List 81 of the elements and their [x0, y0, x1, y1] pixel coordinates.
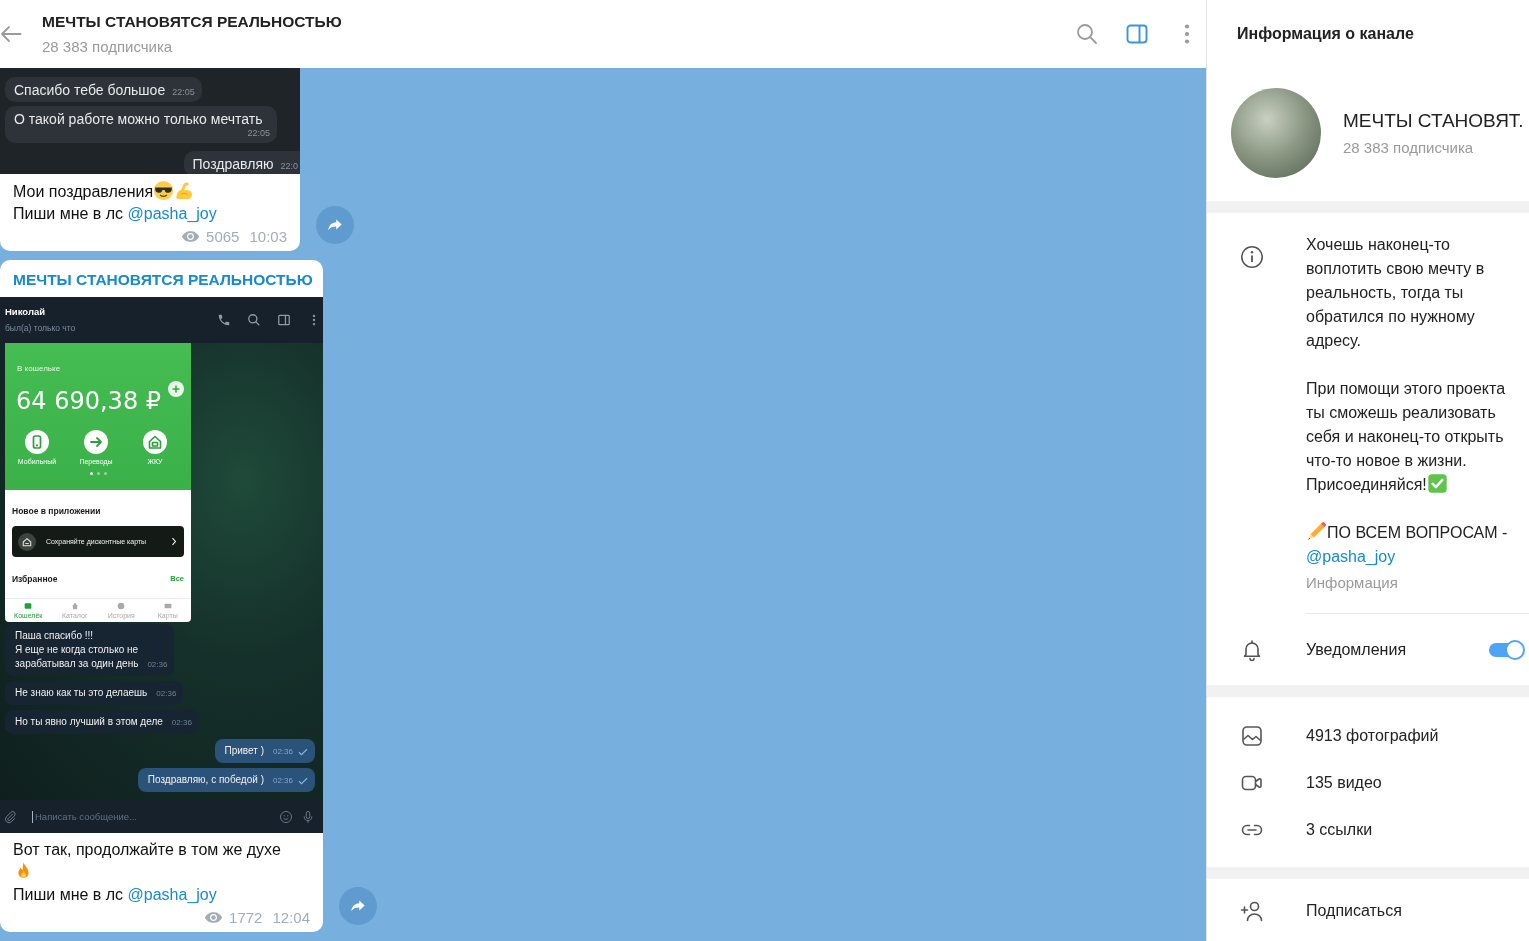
card-icon [163, 601, 172, 610]
mention-link[interactable]: @pasha_joy [127, 886, 217, 903]
mention-link[interactable]: @pasha_joy [127, 205, 217, 222]
search-icon[interactable] [1075, 22, 1099, 46]
image-icon [1240, 723, 1264, 748]
balance-amount: 64 690,38 ₽ [16, 386, 162, 416]
screenshot-time: 22:0 [279, 160, 298, 172]
message-input-field[interactable]: Написать сообщение... [32, 810, 265, 823]
message-text: Пиши мне в лс @pasha_joy [13, 204, 218, 224]
contact-name: Николай [5, 306, 47, 318]
clock-icon [117, 601, 126, 610]
chevron-right-icon [171, 537, 177, 546]
screenshot-time: 02:36 [171, 717, 192, 729]
channel-title: МЕЧТЫ СТАНОВЯТСЯ РЕАЛЬНОСТЬЮ [42, 11, 342, 32]
subscribe-button[interactable]: Подписаться [1306, 900, 1402, 921]
view-count: 1772 [229, 908, 263, 926]
screenshot-time: 22:05 [171, 86, 195, 98]
screenshot-message-text: Поздравляю, с победой ) [147, 773, 264, 787]
media-category[interactable]: 3 ссылки [1306, 819, 1373, 840]
subscriber-count: 28 383 подписчика [1343, 137, 1475, 158]
balance-label: В кошельке [17, 363, 61, 375]
screenshot-message-text: Привет ) [224, 744, 264, 758]
mention-link[interactable]: @pasha_joy [1306, 548, 1396, 565]
more-icon [312, 313, 316, 327]
wallet-icon [24, 601, 33, 610]
message-time: 10:03 [249, 227, 287, 245]
sidebar-toggle-icon[interactable] [1125, 22, 1149, 46]
screenshot-time: 02:36 [147, 659, 168, 671]
microphone-icon [301, 809, 315, 824]
check-icon [298, 748, 308, 756]
description-text: ПО ВСЕМ ВОПРОСАМ - @pasha_joy [1306, 521, 1512, 569]
view-count: 5065 [206, 227, 240, 245]
media-category[interactable]: 4913 фотографий [1306, 725, 1439, 746]
smiley-icon [279, 809, 293, 824]
phone-icon [217, 313, 231, 327]
screenshot-message-text: О такой работе можно только мечтать [14, 111, 263, 127]
bag-icon [70, 601, 79, 610]
message-time: 12:04 [272, 908, 310, 926]
more-icon[interactable] [1183, 22, 1191, 46]
panel-title: Информация о канале [1237, 24, 1414, 44]
screenshot-time: 02:36 [272, 746, 293, 758]
channel-name: МЕЧТЫ СТАНОВЯТ. [1343, 108, 1524, 133]
forward-button[interactable] [316, 206, 354, 244]
sunglasses-face-icon [153, 180, 175, 201]
check-mark-icon [1426, 473, 1448, 494]
check-icon [298, 777, 308, 785]
screenshot-message-text: Но ты явно лучший в этом деле [15, 715, 163, 729]
message-composer[interactable]: Написать сообщение... [0, 800, 323, 833]
message-text: Мои поздравления [13, 180, 287, 203]
description-caption: Информация [1306, 573, 1399, 593]
description-text: Хочешь наконец-то воплотить свою мечту в реальность, тогда ты обратился по нужному адресу. [1306, 235, 1486, 351]
message-text: Вот так, продолжайте в том же духе [13, 840, 282, 860]
sidebar-icon [277, 313, 291, 327]
screenshot-message-text: Не знаю как ты это делаешь [15, 686, 148, 700]
section-title: Избранное [12, 573, 58, 585]
eye-icon [181, 229, 201, 243]
plus-icon [168, 381, 184, 397]
house-icon [18, 532, 36, 551]
search-icon [247, 313, 261, 327]
eye-icon [204, 910, 224, 924]
house-icon [143, 430, 167, 454]
description-text: При помощи этого проекта ты сможешь реализовать себя и наконец-то открыть что-то новое в жизни. Присоединяйся! [1306, 379, 1507, 496]
screenshot-message-text: Паша спасибо !!! Я еще не когда столько не зарабатывал за один день [15, 629, 139, 671]
screenshot-time: 02:36 [156, 688, 177, 700]
notifications-toggle[interactable] [1489, 643, 1523, 657]
contact-status: был(а) только что [5, 322, 76, 334]
mobile-phone-icon [25, 430, 49, 454]
screenshot-message-text: Поздравляю [192, 156, 274, 172]
subscriber-count: 28 383 подписчика [42, 36, 174, 57]
paperclip-icon [3, 809, 17, 824]
info-icon [1240, 245, 1264, 269]
forward-button[interactable] [339, 887, 377, 925]
sender-name[interactable]: МЕЧТЫ СТАНОВЯТСЯ РЕАЛЬНОСТЬЮ [0, 260, 323, 297]
section-title: Новое в приложении [12, 505, 102, 517]
media-category[interactable]: 135 видео [1306, 772, 1382, 793]
pencil-icon [1306, 521, 1327, 542]
screenshot-time: 22:05 [246, 127, 270, 139]
screenshot-time: 02:36 [272, 775, 293, 787]
notifications-label: Уведомления [1306, 640, 1407, 660]
message-text: Пиши мне в лс @pasha_joy [13, 885, 218, 905]
screenshot-message-text: Спасибо тебе большое [14, 82, 166, 98]
